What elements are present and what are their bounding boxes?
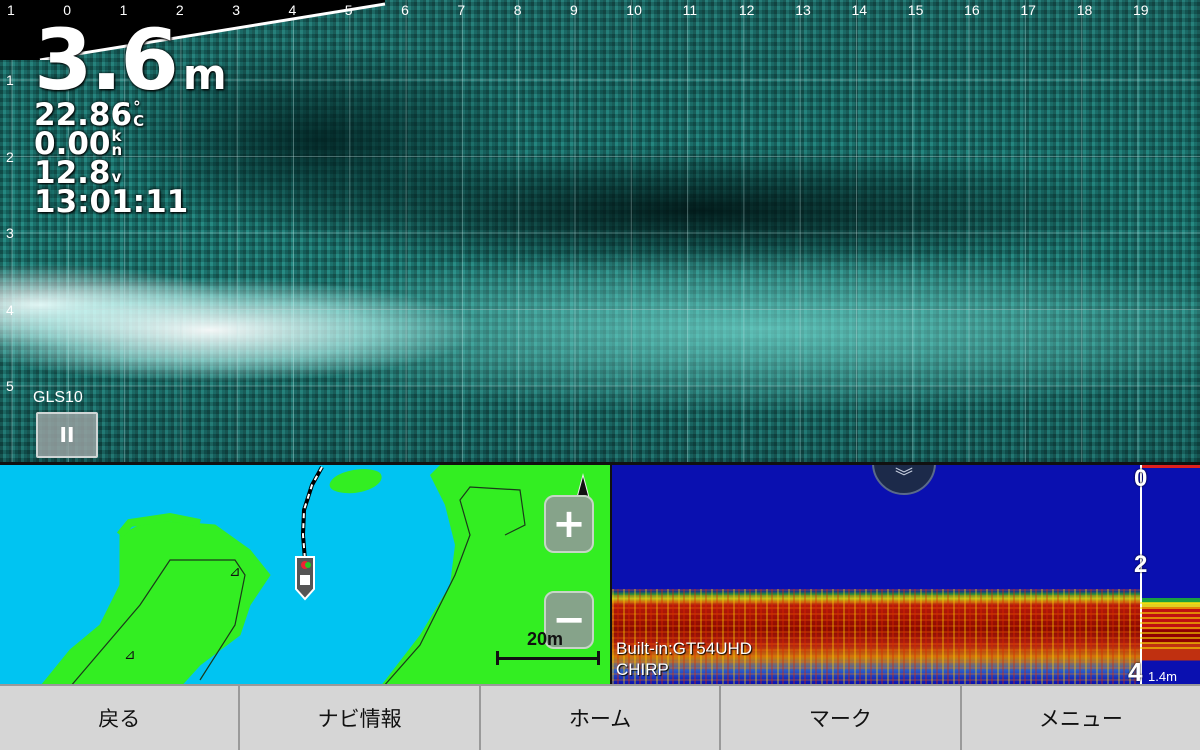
range-tick-label: 2 xyxy=(175,2,184,18)
range-tick-label: 1 xyxy=(7,2,15,18)
range-tick-label: 17 xyxy=(1020,2,1036,18)
collapse-button[interactable]: ︾ xyxy=(872,465,936,495)
buoy-marker-icon: ⊿ xyxy=(229,564,241,580)
sonar-depth-tick: 0 xyxy=(1134,465,1148,492)
pause-button[interactable]: II xyxy=(36,412,98,458)
range-tick-label: 11 xyxy=(682,2,698,18)
sonar-range-label: 1.4m xyxy=(1148,669,1177,684)
pause-icon: II xyxy=(59,423,75,447)
livescope-pane[interactable]: 1 0 1 2 3 4 5 6 7 8 9 10 11 12 13 14 15 16 17 18 19 12345 3.… xyxy=(0,0,1200,462)
menu-button[interactable]: メニュー xyxy=(962,686,1200,750)
range-tick-label: 6 xyxy=(401,2,409,18)
depth-tick-label: 4 xyxy=(6,301,14,318)
sonar-bottom-return xyxy=(612,589,1140,684)
mark-button[interactable]: マーク xyxy=(721,686,962,750)
sonar-depth-tick: 4 xyxy=(1128,657,1143,684)
depth-tick-label: 3 xyxy=(6,225,14,241)
bottom-nav: 戻る ナビ情報 ホーム マーク メニュー xyxy=(0,684,1200,750)
range-tick-label: 10 xyxy=(626,2,642,18)
range-tick-label: 13 xyxy=(795,2,811,18)
flasher-strip-returns xyxy=(1140,599,1200,649)
range-tick-label: 7 xyxy=(457,2,466,18)
range-tick-label: 3 xyxy=(232,2,240,18)
depth-value: 3.6 xyxy=(34,11,179,109)
water-temp-unit: ° C xyxy=(133,98,145,131)
nav-info-button[interactable]: ナビ情報 xyxy=(240,686,481,750)
sonar-depth-tick: 2 xyxy=(1134,551,1148,578)
range-tick-label: 4 xyxy=(288,2,297,18)
time-readout: 13:01:11 xyxy=(34,187,227,218)
range-tick-label: 14 xyxy=(851,2,868,18)
back-button[interactable]: 戻る xyxy=(0,686,241,750)
range-tick-label: 19 xyxy=(1133,2,1149,18)
sonar-pane[interactable]: ︾ 0 2 4 1.4m Built-in:GT54UHD CHIRP xyxy=(612,462,1200,684)
range-tick-label: 16 xyxy=(964,2,980,18)
depth-tick-label: 1 xyxy=(6,72,14,88)
range-tick-label: 9 xyxy=(570,2,578,18)
voltage-unit: v xyxy=(111,168,122,186)
range-tick-label: 8 xyxy=(513,2,522,18)
range-tick-label: 18 xyxy=(1076,2,1093,18)
sonar-mode-label: CHIRP xyxy=(616,660,669,679)
land-top-island xyxy=(329,469,382,494)
nautical-chart[interactable]: ⊿ ⊿ xyxy=(0,465,612,684)
range-tick-label: 12 xyxy=(738,2,755,18)
chevron-double-down-icon: ︾ xyxy=(895,467,913,488)
depth-tick-label: 5 xyxy=(6,378,14,394)
buoy-marker-icon: ⊿ xyxy=(124,647,136,663)
range-tick-label: 15 xyxy=(907,2,924,18)
zoom-in-button[interactable]: + xyxy=(544,495,594,553)
boat-icon xyxy=(295,556,315,601)
sonar-source-label: Built-in:GT54UHD xyxy=(616,639,753,658)
time-value: 13:01:11 xyxy=(34,184,189,220)
speed-unit: k n xyxy=(111,127,123,160)
transducer-label: GLS10 xyxy=(33,389,83,406)
range-tick-label: 5 xyxy=(344,2,353,18)
depth-tick-label: 2 xyxy=(6,148,14,165)
depth-unit: m xyxy=(182,50,227,99)
scale-bar xyxy=(496,651,600,665)
data-readout: 3.6 m 22.86 ° C 0.00 k n 12.8 v 13:01:11 xyxy=(34,18,227,218)
track-line xyxy=(300,466,324,561)
depth-readout: 3.6 m xyxy=(34,18,227,102)
flasher-strip xyxy=(1140,465,1200,684)
scale-label: 20m xyxy=(527,629,564,649)
home-button[interactable]: ホーム xyxy=(481,686,722,750)
chart-pane[interactable]: ⊿ ⊿ + − 20m xyxy=(0,462,612,684)
